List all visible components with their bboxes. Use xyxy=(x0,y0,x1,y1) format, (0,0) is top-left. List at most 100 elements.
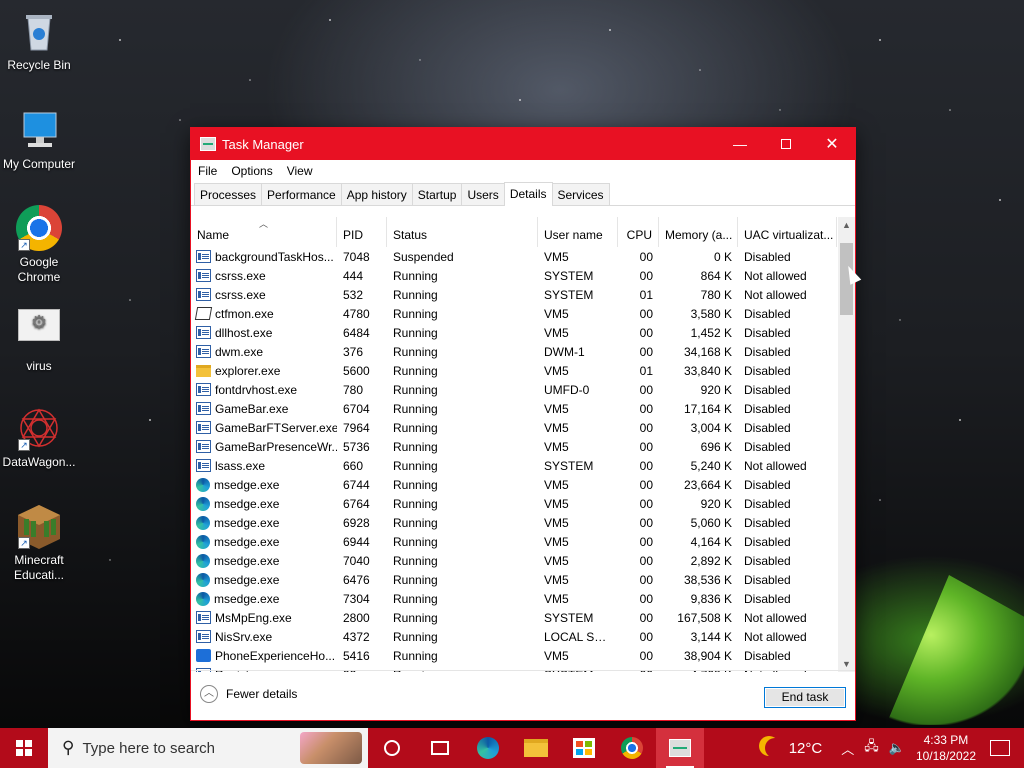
store-icon xyxy=(573,738,595,758)
process-cpu: 00 xyxy=(639,648,653,663)
fewer-details-button[interactable]: ︿ Fewer details xyxy=(200,685,297,703)
process-name: csrss.exe xyxy=(191,269,337,283)
column-header-pid[interactable]: PID xyxy=(337,217,387,247)
close-button[interactable]: ✕ xyxy=(809,128,855,160)
sort-ascending-icon: ︿ xyxy=(259,219,269,229)
desktop-icon-my-computer[interactable]: My Computer xyxy=(0,107,78,172)
table-row[interactable]: msedge.exe 6744 Running VM5 00 23,664 K Disabl… xyxy=(191,475,837,494)
title-bar[interactable]: Task Manager — ✕ xyxy=(191,128,855,160)
shortcut-arrow-icon: ↗ xyxy=(18,537,30,549)
process-cpu: 00 xyxy=(639,553,653,568)
taskbar-file-explorer[interactable] xyxy=(512,728,560,768)
table-row[interactable]: msedge.exe 6928 Running VM5 00 5,060 K Disable… xyxy=(191,513,837,532)
desktop-icon-google-chrome[interactable]: ↗ Google Chrome xyxy=(0,205,78,285)
process-name-label: msedge.exe xyxy=(214,496,280,511)
task-manager-icon xyxy=(669,739,691,757)
table-row[interactable]: fontdrvhost.exe 780 Running UMFD-0 00 920 K Di… xyxy=(191,380,837,399)
taskbar-task-manager[interactable] xyxy=(656,728,704,768)
volume-icon[interactable]: 🔈 xyxy=(889,740,905,756)
process-cpu: 00 xyxy=(639,325,653,340)
desktop-icon-datawagon[interactable]: ↗ DataWagon... xyxy=(0,405,78,470)
desktop-icon-minecraft[interactable]: ↗ Minecraft Educati... xyxy=(0,503,78,583)
menu-view[interactable]: View xyxy=(287,164,313,178)
table-row[interactable]: csrss.exe 444 Running SYSTEM 00 864 K Not allo… xyxy=(191,266,837,285)
process-pid: 7040 xyxy=(343,553,370,568)
table-row[interactable]: GameBar.exe 6704 Running VM5 00 17,164 K Disab… xyxy=(191,399,837,418)
taskbar-edge[interactable] xyxy=(464,728,512,768)
column-header-memory[interactable]: Memory (a... xyxy=(659,217,738,247)
column-header-user-name[interactable]: User name xyxy=(538,217,618,247)
task-view-button[interactable] xyxy=(416,728,464,768)
table-row[interactable]: dllhost.exe 6484 Running VM5 00 1,452 K Disabl… xyxy=(191,323,837,342)
column-header-name[interactable]: ︿ Name xyxy=(191,217,337,247)
tab-processes[interactable]: Processes xyxy=(194,183,263,205)
process-cpu: 00 xyxy=(639,344,653,359)
tab-app-history[interactable]: App history xyxy=(340,183,413,205)
process-uac: Disabled xyxy=(744,439,791,454)
process-name-label: fontdrvhost.exe xyxy=(215,382,298,397)
edge-icon xyxy=(196,496,210,511)
table-row[interactable]: PhoneExperienceHo... 5416 Running VM5 00 38,9… xyxy=(191,646,837,665)
pen-icon xyxy=(194,307,213,320)
taskbar-search-box[interactable]: ⚲ Type here to search xyxy=(48,728,368,768)
process-uac: Disabled xyxy=(744,515,791,530)
taskbar-store[interactable] xyxy=(560,728,608,768)
notification-icon[interactable] xyxy=(990,740,1010,756)
process-name-label: msedge.exe xyxy=(214,477,280,492)
table-row[interactable]: explorer.exe 5600 Running VM5 01 33,840 K Disa… xyxy=(191,361,837,380)
end-task-button[interactable]: End task xyxy=(764,687,846,708)
table-row[interactable]: GameBarPresenceWr... 5736 Running VM5 00 696 … xyxy=(191,437,837,456)
table-row[interactable]: GameBarFTServer.exe 7964 Running VM5 00 3,004… xyxy=(191,418,837,437)
table-row[interactable]: dwm.exe 376 Running DWM-1 00 34,168 K Disabled xyxy=(191,342,837,361)
column-header-status[interactable]: Status xyxy=(387,217,538,247)
process-cpu: 00 xyxy=(639,458,653,473)
cortana-button[interactable] xyxy=(368,728,416,768)
column-header-uac[interactable]: UAC virtualizat... xyxy=(738,217,837,247)
process-name: PhoneExperienceHo... xyxy=(191,649,337,663)
table-row[interactable]: MsMpEng.exe 2800 Running SYSTEM 00 167,508 K N… xyxy=(191,608,837,627)
weather-widget[interactable]: 12°C xyxy=(759,738,823,758)
taskbar-chrome[interactable] xyxy=(608,728,656,768)
vertical-scrollbar[interactable]: ▲ ▼ xyxy=(838,217,855,672)
tab-users[interactable]: Users xyxy=(461,183,505,205)
menu-options[interactable]: Options xyxy=(231,164,272,178)
tab-details[interactable]: Details xyxy=(503,182,553,206)
table-row[interactable]: msedge.exe 7304 Running VM5 00 9,836 K Disable… xyxy=(191,589,837,608)
scroll-up-arrow-icon[interactable]: ▲ xyxy=(838,217,855,234)
fewer-details-label: Fewer details xyxy=(226,687,298,701)
minimize-button[interactable]: — xyxy=(717,128,763,160)
menu-file[interactable]: File xyxy=(198,164,217,178)
chevron-up-icon[interactable]: ︿ xyxy=(841,739,854,758)
process-memory: 0 K xyxy=(713,249,732,264)
table-row[interactable]: csrss.exe 532 Running SYSTEM 01 780 K Not allo… xyxy=(191,285,837,304)
tab-startup[interactable]: Startup xyxy=(411,183,463,205)
process-user: UMFD-0 xyxy=(544,382,590,397)
desktop-icon-recycle-bin[interactable]: Recycle Bin xyxy=(0,8,78,73)
table-row[interactable]: lsass.exe 660 Running SYSTEM 00 5,240 K Not al… xyxy=(191,456,837,475)
process-cpu: 00 xyxy=(639,591,653,606)
datawagon-icon: ↗ xyxy=(16,405,62,451)
process-cpu: 00 xyxy=(639,572,653,587)
table-row[interactable]: msedge.exe 6944 Running VM5 00 4,164 K Disable… xyxy=(191,532,837,551)
network-icon[interactable]: 🖧 xyxy=(864,737,879,759)
process-memory: 23,664 K xyxy=(683,477,732,492)
process-name: backgroundTaskHos... xyxy=(191,250,337,264)
process-uac: Not allowed xyxy=(744,287,807,302)
table-row[interactable]: backgroundTaskHos... 7048 Suspended VM5 00 0 … xyxy=(191,247,837,266)
table-row[interactable]: ctfmon.exe 4780 Running VM5 00 3,580 K Disable… xyxy=(191,304,837,323)
tab-services[interactable]: Services xyxy=(551,183,610,205)
maximize-button[interactable] xyxy=(763,128,809,160)
process-name-label: msedge.exe xyxy=(214,534,280,549)
table-row[interactable]: msedge.exe 7040 Running VM5 00 2,892 K Disable… xyxy=(191,551,837,570)
table-row[interactable]: msedge.exe 6764 Running VM5 00 920 K Disabled xyxy=(191,494,837,513)
desktop-icon-virus[interactable]: ⚙ virus xyxy=(0,309,78,374)
column-header-cpu[interactable]: CPU xyxy=(618,217,659,247)
table-row[interactable]: NisSrv.exe 4372 Running LOCAL SE... 00 3,144 … xyxy=(191,627,837,646)
tab-performance[interactable]: Performance xyxy=(261,183,342,205)
generic-process-icon xyxy=(196,383,211,396)
clock[interactable]: 4:33 PM 10/18/2022 xyxy=(916,732,976,764)
process-user: VM5 xyxy=(544,648,569,663)
table-row[interactable]: msedge.exe 6476 Running VM5 00 38,536 K Disabl… xyxy=(191,570,837,589)
process-uac: Disabled xyxy=(744,306,791,321)
start-button[interactable] xyxy=(0,728,48,768)
